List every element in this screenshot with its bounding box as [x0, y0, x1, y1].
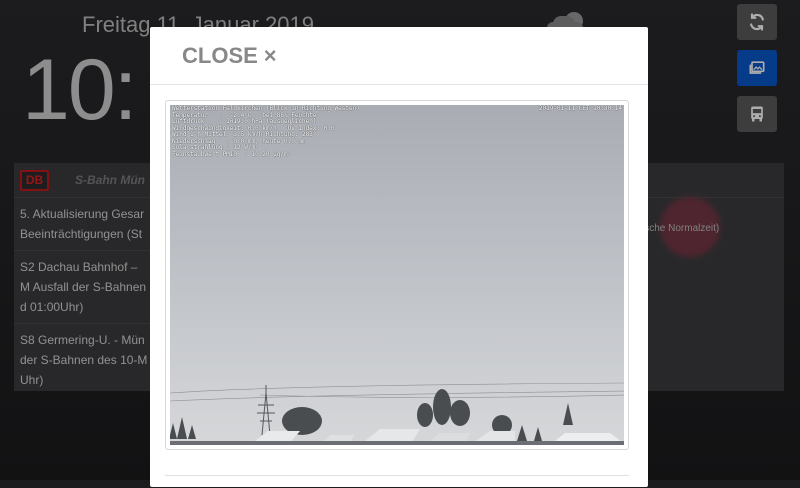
- modal-header: CLOSE ×: [150, 27, 648, 85]
- webcam-frame: Wetterstation Feldkirchen (Blick in Rich…: [165, 100, 629, 450]
- close-icon: ×: [263, 42, 277, 68]
- webcam-overlay-line: Feinstaubwert PM10 : 10.20 µg/m³: [172, 150, 292, 158]
- webcam-timestamp: 2019-01-11 CET 10:30:14: [538, 105, 622, 112]
- modal-divider: [165, 475, 629, 488]
- webcam-modal: CLOSE × Wetterstation Feldkirchen (Blick…: [150, 27, 648, 487]
- close-button[interactable]: CLOSE ×: [182, 43, 277, 69]
- webcam-image: Wetterstation Feldkirchen (Blick in Rich…: [170, 105, 624, 445]
- close-label: CLOSE: [182, 42, 258, 68]
- webcam-overlay-text: Wetterstation Feldkirchen (Blick in Rich…: [172, 105, 360, 158]
- webcam-landscape: [170, 382, 624, 445]
